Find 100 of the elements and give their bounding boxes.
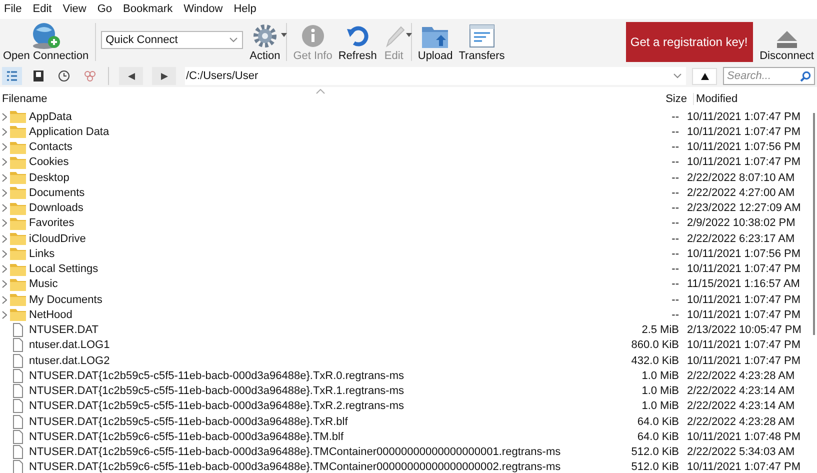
sort-icon bbox=[316, 89, 325, 94]
up-icon bbox=[700, 72, 708, 80]
filename-cell-text: Cookies bbox=[29, 156, 70, 168]
column-header[interactable]: Size bbox=[647, 93, 693, 105]
filename-cell-text: ntuser.dat.LOG2 bbox=[29, 354, 111, 367]
column-header[interactable]: Filename bbox=[0, 93, 647, 105]
menu-item[interactable]: Window bbox=[184, 3, 223, 19]
size-cell-text: 2.5 MiB bbox=[640, 324, 680, 336]
open-connection-button[interactable]: Open Connection bbox=[0, 19, 92, 65]
modified-cell-text: 2/13/2022 10:05:47 PM bbox=[686, 324, 802, 336]
file-icon bbox=[10, 323, 26, 338]
search-icon bbox=[800, 71, 811, 82]
filename-cell-text: ntuser.dat.LOG1 bbox=[29, 339, 111, 352]
modified-cell-text: 2/22/2022 4:23:28 AM bbox=[686, 416, 796, 428]
folder-icon bbox=[10, 110, 26, 124]
size-cell-text: -- bbox=[670, 141, 680, 154]
forward-icon bbox=[160, 72, 168, 80]
filename-cell-text: Contacts bbox=[29, 141, 74, 154]
size-cell-text: -- bbox=[670, 248, 680, 260]
modified-cell-text: 10/11/2021 1:07:56 PM bbox=[686, 141, 802, 154]
folder-icon bbox=[10, 232, 26, 246]
search-field[interactable]: Search... bbox=[723, 67, 815, 85]
filename-cell-text: NTUSER.DAT{1c2b59c5-c5f5-11eb-bacb-000d3a96488e}.TxR.blf bbox=[29, 416, 349, 428]
filename-cell-text: Documents bbox=[29, 186, 86, 199]
modified-cell-text: 2/22/2022 4:23:14 AM bbox=[686, 400, 796, 412]
file-icon bbox=[10, 430, 26, 444]
modified-cell-text: 10/11/2021 1:07:47 PM bbox=[686, 263, 802, 276]
parent-folder-button[interactable] bbox=[692, 68, 717, 84]
modified-cell-text: 10/11/2021 1:07:48 PM bbox=[686, 430, 802, 443]
path-dropdown[interactable]: /C:/Users/User bbox=[185, 67, 686, 85]
size-cell-text: -- bbox=[670, 278, 680, 290]
column-header[interactable]: Modified bbox=[693, 93, 817, 105]
modified-cell-text: 2/22/2022 6:23:17 AM bbox=[686, 232, 796, 245]
size-cell-text: -- bbox=[670, 126, 680, 138]
folder-icon bbox=[10, 216, 26, 230]
menu-item[interactable]: Bookmark bbox=[123, 3, 173, 19]
size-cell-text: -- bbox=[670, 308, 680, 321]
registration-key-button[interactable]: Get a registration key! bbox=[626, 22, 753, 62]
size-cell-text: 432.0 KiB bbox=[630, 354, 680, 367]
menu-item[interactable]: Go bbox=[97, 3, 112, 19]
size-cell-text: 1.0 MiB bbox=[640, 400, 680, 412]
folder-icon bbox=[10, 247, 26, 260]
filename-cell-text: Links bbox=[29, 248, 56, 260]
size-cell-text: -- bbox=[670, 202, 680, 214]
gear-icon bbox=[252, 23, 278, 49]
filename-cell-text: Favorites bbox=[29, 217, 76, 230]
filename-cell-text: Application Data bbox=[29, 126, 110, 138]
size-cell-text: 860.0 KiB bbox=[630, 339, 680, 352]
browser-view-button[interactable] bbox=[2, 67, 22, 85]
scrollbar[interactable] bbox=[813, 113, 815, 335]
tree-icon bbox=[6, 70, 18, 82]
folder-icon bbox=[10, 202, 26, 215]
transfers-button[interactable]: Transfers bbox=[456, 19, 508, 65]
file-icon bbox=[10, 368, 26, 383]
folder-icon bbox=[10, 262, 26, 276]
modified-cell-text: 10/11/2021 1:07:47 PM bbox=[686, 308, 802, 321]
size-cell-text: -- bbox=[670, 186, 680, 199]
back-button[interactable] bbox=[119, 67, 143, 85]
disconnect-button[interactable]: Disconnect bbox=[756, 19, 817, 65]
menu-item[interactable]: File bbox=[4, 3, 22, 19]
action-button[interactable]: Action bbox=[246, 19, 284, 65]
folder-icon bbox=[10, 171, 26, 184]
menu-item[interactable]: Help bbox=[234, 3, 256, 19]
size-cell-text: 512.0 KiB bbox=[630, 461, 680, 473]
upload-button[interactable]: Upload bbox=[414, 19, 456, 65]
filename-cell-text: My Documents bbox=[29, 294, 104, 306]
refresh-button[interactable]: Refresh bbox=[335, 19, 380, 65]
eject-icon bbox=[776, 30, 798, 50]
modified-cell-text: 2/23/2022 12:27:09 AM bbox=[686, 202, 802, 214]
back-icon bbox=[128, 72, 134, 80]
modified-cell-text: 2/22/2022 4:27:00 AM bbox=[686, 186, 796, 199]
modified-cell-text: 11/15/2021 1:16:57 AM bbox=[686, 278, 801, 290]
forward-button[interactable] bbox=[152, 67, 176, 85]
file-icon bbox=[10, 384, 26, 398]
size-cell-text: 64.0 KiB bbox=[636, 430, 680, 443]
size-cell-text: 1.0 MiB bbox=[640, 370, 680, 382]
menu-item[interactable]: Edit bbox=[32, 3, 52, 19]
filename-cell-text: NTUSER.DAT{1c2b59c6-c5f5-11eb-bacb-000d3a96488e}.TMContainer00000000000000000002.regtrans-ms bbox=[29, 461, 562, 473]
globe-icon bbox=[30, 22, 61, 50]
filename-cell-text: Downloads bbox=[29, 202, 84, 214]
file-icon bbox=[10, 445, 26, 460]
size-cell-text: -- bbox=[670, 294, 680, 306]
file-icon bbox=[10, 354, 26, 368]
window-list-icon bbox=[468, 24, 495, 48]
filename-cell-text: NTUSER.DAT{1c2b59c6-c5f5-11eb-bacb-000d3a96488e}.TM.blf bbox=[29, 430, 344, 443]
chevron-down-icon bbox=[673, 73, 682, 79]
quick-connect-dropdown[interactable]: Quick Connect bbox=[100, 31, 243, 49]
size-cell-text: 64.0 KiB bbox=[636, 416, 680, 428]
modified-cell-text: 10/11/2021 1:07:47 PM bbox=[686, 156, 802, 168]
modified-cell-text: 2/22/2022 5:34:03 AM bbox=[686, 446, 796, 458]
info-icon bbox=[300, 24, 325, 48]
folder-icon bbox=[10, 125, 26, 138]
size-cell-text: 512.0 KiB bbox=[630, 446, 680, 458]
size-cell-text: -- bbox=[670, 263, 680, 276]
modified-cell-text: 2/22/2022 4:23:28 AM bbox=[686, 370, 796, 382]
size-cell-text: -- bbox=[670, 217, 680, 230]
clock-icon bbox=[58, 70, 70, 82]
modified-cell-text: 10/11/2021 1:07:47 PM bbox=[686, 354, 802, 367]
menu-item[interactable]: View bbox=[62, 3, 86, 19]
modified-cell-text: 10/11/2021 1:07:47 PM bbox=[686, 110, 802, 123]
